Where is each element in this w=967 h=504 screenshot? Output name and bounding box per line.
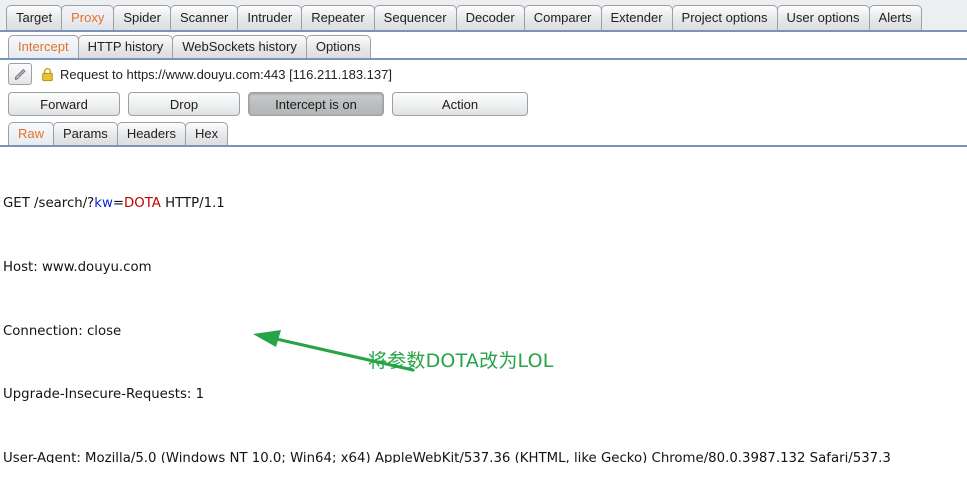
forward-button[interactable]: Forward	[8, 92, 120, 116]
tab-label: Decoder	[465, 10, 515, 25]
lock-icon	[41, 67, 54, 82]
main-tab-bar: Target Proxy Spider Scanner Intruder Rep…	[0, 0, 967, 32]
lock-glyph	[42, 67, 53, 81]
proxy-tab-bar: Intercept HTTP history WebSockets histor…	[0, 32, 967, 60]
param-value: DOTA	[123, 196, 161, 212]
raw-request-panel[interactable]: GET /search/?kw=DOTA HTTP/1.1 Host: www.…	[0, 147, 967, 463]
tab-label: Project options	[681, 10, 768, 25]
tab-comparer[interactable]: Comparer	[523, 5, 602, 30]
tab-label: Headers	[126, 126, 176, 141]
tab-label: Proxy	[71, 10, 105, 25]
button-label: Drop	[169, 96, 199, 112]
tab-intercept[interactable]: Intercept	[8, 35, 79, 58]
param-equals: =	[112, 196, 124, 212]
tab-label: Spider	[123, 10, 161, 25]
button-label: Forward	[40, 96, 88, 112]
action-button[interactable]: Action	[392, 92, 528, 116]
tab-label: Comparer	[533, 10, 592, 25]
tab-repeater[interactable]: Repeater	[301, 5, 375, 30]
button-label: Action	[441, 96, 479, 112]
request-line: GET /search/?kw=DOTA HTTP/1.1	[3, 193, 967, 214]
tab-label: Hex	[194, 126, 219, 141]
drop-button[interactable]: Drop	[128, 92, 240, 116]
intercept-action-bar: Forward Drop Intercept is on Action	[0, 88, 967, 120]
tab-label: Scanner	[179, 10, 229, 25]
pencil-glyph	[14, 68, 26, 80]
tab-label: User options	[786, 10, 860, 25]
tab-label: Options	[315, 39, 361, 54]
tab-user-options[interactable]: User options	[776, 5, 870, 30]
intercept-toggle-button[interactable]: Intercept is on	[248, 92, 384, 116]
tab-scanner[interactable]: Scanner	[169, 5, 239, 30]
tab-label: Target	[16, 10, 53, 25]
header-line: User-Agent: Mozilla/5.0 (Windows NT 10.0…	[3, 450, 891, 463]
tab-params[interactable]: Params	[53, 122, 118, 145]
tab-target[interactable]: Target	[6, 5, 63, 30]
tab-extender[interactable]: Extender	[600, 5, 673, 30]
tab-label: Alerts	[878, 10, 912, 25]
param-name: kw	[94, 196, 113, 212]
tab-label: Repeater	[311, 10, 365, 25]
header-line: Host: www.douyu.com	[3, 260, 152, 276]
tab-label: Raw	[18, 126, 45, 141]
request-info-bar: Request to https://www.douyu.com:443 [11…	[0, 60, 967, 88]
annotation-text: 将参数DOTA改为LOL	[368, 350, 554, 372]
button-label: Intercept is on	[275, 96, 357, 112]
tab-spider[interactable]: Spider	[113, 5, 171, 30]
raw-request-text[interactable]: GET /search/?kw=DOTA HTTP/1.1 Host: www.…	[3, 151, 967, 463]
tab-decoder[interactable]: Decoder	[455, 5, 525, 30]
tab-alerts[interactable]: Alerts	[868, 5, 922, 30]
tab-label: Intruder	[247, 10, 293, 25]
tab-proxy[interactable]: Proxy	[61, 5, 115, 30]
tab-websockets-history[interactable]: WebSockets history	[172, 35, 307, 58]
tab-options[interactable]: Options	[305, 35, 371, 58]
tab-raw[interactable]: Raw	[8, 122, 55, 145]
tab-headers[interactable]: Headers	[116, 122, 186, 145]
tab-label: HTTP history	[87, 39, 164, 54]
header-line: Connection: close	[3, 323, 122, 339]
request-target-text: Request to https://www.douyu.com:443 [11…	[60, 66, 392, 82]
pencil-icon[interactable]	[8, 63, 32, 85]
request-method-path: GET /search/?	[3, 196, 95, 212]
tab-label: Params	[63, 126, 108, 141]
tab-hex[interactable]: Hex	[184, 122, 229, 145]
message-view-tab-bar: Raw Params Headers Hex	[0, 120, 967, 147]
tab-label: Sequencer	[383, 10, 447, 25]
tab-label: Extender	[610, 10, 663, 25]
tab-intruder[interactable]: Intruder	[237, 5, 303, 30]
tab-label: WebSockets history	[182, 39, 297, 54]
tab-sequencer[interactable]: Sequencer	[373, 5, 457, 30]
tab-project-options[interactable]: Project options	[671, 5, 778, 30]
tab-label: Intercept	[18, 39, 69, 54]
header-line: Upgrade-Insecure-Requests: 1	[3, 387, 205, 403]
tab-http-history[interactable]: HTTP history	[77, 35, 174, 58]
http-version: HTTP/1.1	[160, 196, 225, 212]
